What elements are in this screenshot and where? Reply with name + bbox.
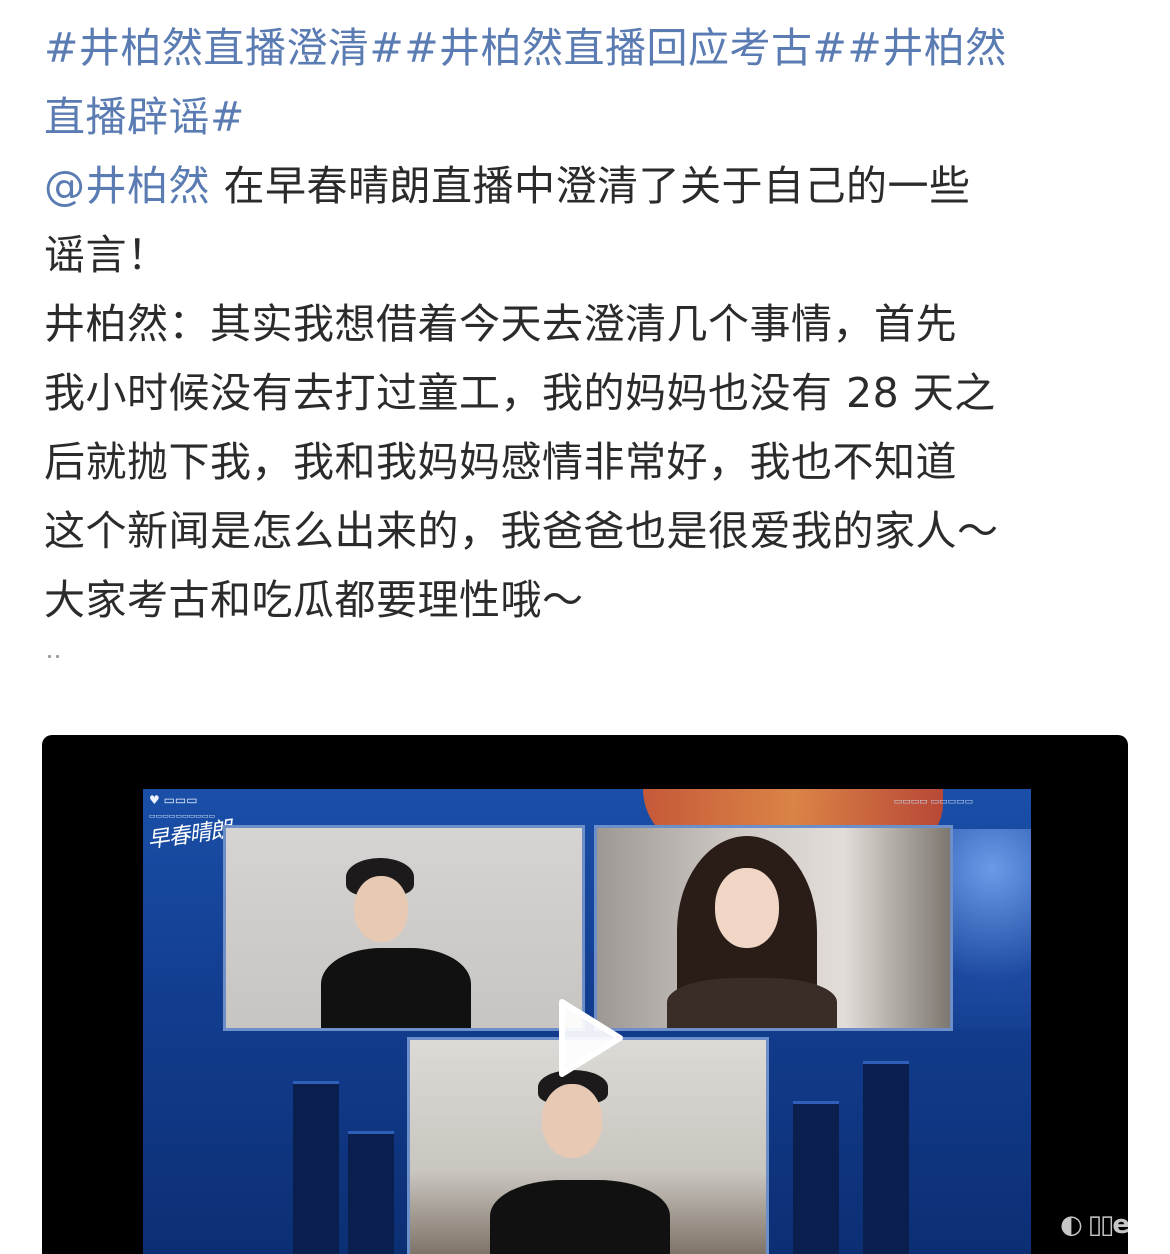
post-body-text: 在早春晴朗直播中澄清了关于自己的一些 [210,162,971,210]
post-line-5: 井柏然：其实我想借着今天去澄清几个事情，首先 [44,300,957,348]
post-line-1: #井柏然直播澄清##井柏然直播回应考古##井柏然 [44,14,1144,83]
divider-dots [48,643,66,658]
city-building-decoration [863,1061,909,1254]
city-building-decoration [793,1101,839,1254]
post-line-8: 这个新闻是怎么出来的，我爸爸也是很爱我的家人～ [44,507,999,555]
city-building-decoration [293,1081,339,1254]
post-line-4: 谣言！ [44,231,169,279]
city-building-decoration [348,1131,394,1254]
video-player[interactable]: ♥ ▭▭▭ ▭▭▭▭▭▭▭▭▭▭ 早春晴朗 ▭▭▭▭ ▭▭▭▭▭ ◐ ▯▯e [42,735,1128,1254]
hashtag-links[interactable]: #井柏然直播澄清##井柏然直播回应考古##井柏然 [44,24,1007,72]
post-text: #井柏然直播澄清##井柏然直播回应考古##井柏然 直播辟谣# @井柏然 在早春晴… [44,14,1144,635]
stream-info-text: ▭▭▭▭ ▭▭▭▭▭ [893,797,973,807]
hashtag-link[interactable]: 直播辟谣# [44,93,245,141]
person-figure [667,978,837,1028]
post-line-9: 大家考古和吃瓜都要理性哦～ [44,576,584,624]
user-mention-link[interactable]: @井柏然 [44,162,210,210]
video-panel-guest-2 [594,825,953,1031]
person-figure [321,948,471,1028]
person-face [354,876,408,942]
post-line-7: 后就抛下我，我和我妈妈感情非常好，我也不知道 [44,438,957,486]
post-line-2: 直播辟谣# [44,83,1144,152]
person-figure [490,1180,670,1254]
watermark-logo: ◐ ▯▯e [1060,1210,1128,1240]
person-face [715,868,779,948]
person-face [542,1084,602,1158]
video-panel-guest-1 [223,825,585,1031]
post-line-3: @井柏然 在早春晴朗直播中澄清了关于自己的一些 [44,152,1144,221]
play-icon[interactable] [554,998,624,1078]
post-line-6: 我小时候没有去打过童工，我的妈妈也没有 28 天之 [44,369,996,417]
